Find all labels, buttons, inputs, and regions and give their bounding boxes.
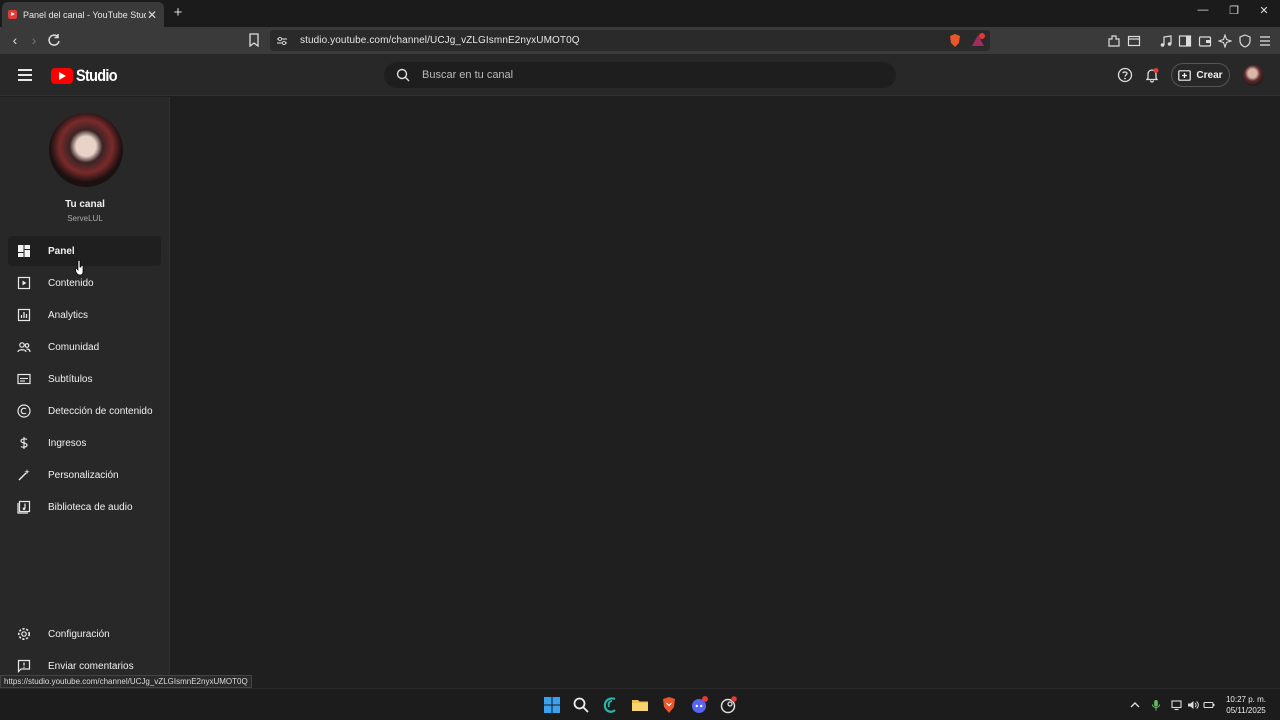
sidebar-toggle-icon[interactable] [1178,34,1192,48]
search-bar[interactable] [384,62,896,88]
show-hidden-icons-icon[interactable] [1129,699,1141,711]
leo-ai-icon[interactable] [1218,34,1232,48]
microphone-icon[interactable] [1150,699,1162,711]
status-bar-url: https://studio.youtube.com/channel/UCJg_… [0,675,252,688]
sidebar-item-label: Analytics [48,309,89,321]
sidebar-item-subtitulos[interactable]: Subtítulos [8,364,161,394]
taskbar-clock[interactable]: 10:27 p. m. 05/11/2025 [1218,694,1274,716]
forward-button[interactable]: › [26,32,42,48]
site-settings-icon[interactable] [276,35,288,47]
reload-icon[interactable] [47,33,61,47]
help-icon[interactable] [1117,67,1133,83]
wallet-icon[interactable] [1198,34,1212,48]
clock-time: 10:27 p. m. [1225,695,1267,704]
copilot-icon[interactable] [601,696,619,714]
new-tab-button[interactable]: + [170,3,186,23]
minimize-button[interactable]: — [1193,4,1213,16]
sidebar-item-biblioteca-audio[interactable]: Biblioteca de audio [8,492,161,522]
community-icon [17,342,31,353]
brave-rewards-icon[interactable] [971,33,985,48]
content-icon [17,276,31,290]
url-text[interactable]: studio.youtube.com/channel/UCJg_vZLGIsmn… [300,35,580,46]
discord-icon[interactable] [690,696,708,714]
media-controls-icon[interactable] [1159,34,1173,48]
restore-button[interactable]: ❐ [1224,4,1244,17]
browser-tab[interactable]: Panel del canal - YouTube Studio ✕ [2,2,164,27]
youtube-play-icon [51,68,73,84]
sidebar-item-ingresos[interactable]: Ingresos [8,428,161,458]
hamburger-menu-icon[interactable] [18,69,32,81]
back-button[interactable]: ‹ [7,32,23,48]
sidebar-item-label: Subtítulos [48,373,93,385]
logo-text: Studio [76,66,118,85]
sidebar-item-label: Biblioteca de audio [48,501,133,513]
sidebar-item-deteccion[interactable]: Detección de contenido [8,396,161,426]
create-video-icon [1178,69,1192,81]
account-avatar[interactable] [1243,65,1264,86]
brave-browser-icon[interactable] [660,696,678,714]
sidebar-item-label: Configuración [48,628,110,640]
sidebar-item-label: Ingresos [48,437,87,449]
battery-icon[interactable] [1203,699,1215,711]
main-content [171,97,1280,688]
feedback-icon [17,659,31,673]
browser-tabstrip: Panel del canal - YouTube Studio ✕ + — ❐… [0,0,1280,27]
studio-logo[interactable]: Studio [51,66,124,86]
windows-start-icon[interactable] [543,696,561,714]
channel-handle: ServeLUL [67,214,103,223]
sidebar: Tu canal ServeLUL Panel Contenido Analyt… [0,97,170,688]
vpn-shield-icon[interactable] [1238,34,1252,48]
copyright-icon [17,404,31,418]
channel-title: Tu canal [65,199,105,210]
sidebar-item-configuracion[interactable]: Configuración [8,619,161,649]
volume-icon[interactable] [1187,699,1199,711]
taskbar: 10:27 p. m. 05/11/2025 [0,688,1280,720]
mouse-cursor-icon [75,260,84,276]
clock-date: 05/11/2025 [1226,706,1266,715]
sidebar-item-label: Contenido [48,277,94,289]
search-icon[interactable] [396,68,410,82]
tab-groups-icon[interactable] [1127,34,1141,48]
sidebar-item-label: Detección de contenido [48,405,153,417]
gear-icon [18,628,30,640]
notifications-icon[interactable] [1144,67,1160,83]
analytics-icon [17,308,31,322]
search-input[interactable] [422,69,862,81]
sidebar-item-label: Panel [48,245,75,257]
youtube-favicon-icon [8,10,17,19]
dollar-icon [20,437,28,449]
sidebar-item-comunidad[interactable]: Comunidad [8,332,161,362]
create-button[interactable]: Crear [1171,63,1230,87]
close-tab-icon[interactable]: ✕ [146,8,158,22]
tab-title: Panel del canal - YouTube Studio [23,9,146,20]
subtitles-icon [17,373,31,385]
search-taskbar-icon[interactable] [572,696,590,714]
steam-icon[interactable] [719,696,737,714]
file-explorer-icon[interactable] [631,696,649,714]
magic-wand-icon [18,469,30,481]
sidebar-item-label: Personalización [48,469,119,481]
browser-toolbar: ‹ › studio.youtube.com/channel/UCJg_vZLG… [0,27,1280,54]
sidebar-item-personalizacion[interactable]: Personalización [8,460,161,490]
channel-avatar[interactable] [49,113,123,187]
address-bar[interactable]: studio.youtube.com/channel/UCJg_vZLGIsmn… [270,30,990,51]
sidebar-item-analytics[interactable]: Analytics [8,300,161,330]
browser-menu-icon[interactable] [1258,34,1272,48]
bookmark-icon[interactable] [248,33,260,47]
create-label: Crear [1196,69,1223,81]
network-icon[interactable] [1171,699,1183,711]
dashboard-icon [18,245,30,257]
extensions-icon[interactable] [1107,34,1121,48]
brave-shields-icon[interactable] [948,33,962,48]
studio-header: Studio Crear [0,54,1280,96]
sidebar-item-label: Enviar comentarios [48,660,134,672]
audio-library-icon [17,500,31,514]
sidebar-item-label: Comunidad [48,341,100,353]
close-window-button[interactable]: ✕ [1254,4,1274,17]
